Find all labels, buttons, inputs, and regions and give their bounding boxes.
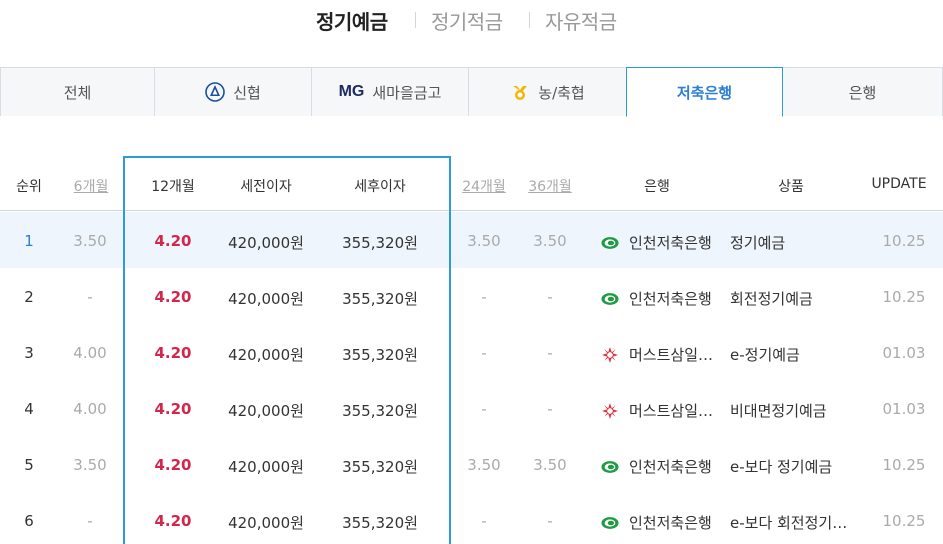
tab-label: 은행: [848, 83, 877, 102]
rank-cell: 5: [24, 456, 34, 474]
update-date-cell: 10.25: [882, 512, 926, 530]
product-name-cell[interactable]: 회전정기예금: [730, 288, 854, 309]
incheon-bank-logo-icon: [601, 460, 619, 474]
tab-divider: [529, 12, 530, 28]
institution-tabs: 전체 신협 MG 새마을금고 농/축협 저축은행 은행: [0, 67, 943, 117]
mustsamil-logo-icon: [601, 402, 619, 420]
bank-name-cell[interactable]: 머스트삼일…: [601, 344, 719, 365]
rate-6-month-cell: 3.50: [73, 456, 107, 474]
tab-bank[interactable]: 은행: [783, 67, 943, 116]
tab-shinhyup[interactable]: 신협: [155, 67, 312, 116]
rank-cell: 2: [24, 288, 34, 306]
rate-6-month-cell: 4.00: [73, 400, 107, 418]
tab-all[interactable]: 전체: [0, 67, 155, 116]
bank-name-label: 인천저축은행: [629, 234, 712, 252]
header-update: UPDATE: [871, 176, 927, 192]
tab-saemaeul[interactable]: MG 새마을금고: [312, 67, 469, 116]
product-type-tabs: 정기예금 정기적금 자유적금: [0, 0, 943, 40]
bank-name-label: 인천저축은행: [629, 458, 712, 476]
tab-divider: [415, 12, 416, 28]
tab-fixed-deposit[interactable]: 정기예금: [316, 6, 388, 35]
selected-term-highlight: [123, 156, 451, 544]
header-24-month[interactable]: 24개월: [458, 176, 510, 196]
rate-6-month-cell: 3.50: [73, 232, 107, 250]
rate-24-month-cell: -: [481, 400, 487, 418]
update-date-cell: 10.25: [882, 232, 926, 250]
nonghyup-logo-icon: [510, 82, 530, 102]
rate-36-month-cell: -: [547, 344, 553, 362]
tab-installment-savings[interactable]: 정기적금: [431, 6, 503, 35]
tab-label: 신협: [233, 83, 261, 102]
rank-cell: 4: [24, 400, 34, 418]
update-date-cell: 01.03: [882, 400, 926, 418]
bank-name-cell[interactable]: 인천저축은행: [601, 456, 719, 477]
rate-24-month-cell: 3.50: [467, 456, 501, 474]
bank-name-cell[interactable]: 인천저축은행: [601, 512, 719, 533]
rate-36-month-cell: 3.50: [533, 232, 567, 250]
rate-6-month-cell: -: [87, 512, 93, 530]
bank-name-label: 인천저축은행: [629, 514, 712, 532]
rate-24-month-cell: -: [481, 512, 487, 530]
rate-36-month-cell: -: [547, 288, 553, 306]
bank-name-label: 머스트삼일…: [629, 402, 714, 420]
header-rank: 순위: [16, 179, 42, 195]
incheon-bank-logo-icon: [601, 236, 619, 250]
tab-label: 전체: [63, 83, 92, 102]
rank-cell: 3: [24, 344, 34, 362]
rank-cell: 6: [24, 512, 34, 530]
tab-nonghyup[interactable]: 농/축협: [469, 67, 627, 116]
header-bank: 은행: [644, 179, 670, 195]
incheon-bank-logo-icon: [601, 516, 619, 530]
bank-name-cell[interactable]: 인천저축은행: [601, 232, 719, 253]
rate-36-month-cell: -: [547, 400, 553, 418]
tab-savings-bank[interactable]: 저축은행: [626, 67, 783, 117]
bank-name-cell[interactable]: 머스트삼일…: [601, 400, 719, 421]
bank-name-label: 머스트삼일…: [629, 346, 714, 364]
rate-36-month-cell: 3.50: [533, 456, 567, 474]
rank-cell: 1: [24, 232, 34, 250]
mg-logo-icon: MG: [338, 83, 365, 100]
rate-24-month-cell: 3.50: [467, 232, 501, 250]
product-name-cell[interactable]: 비대면정기예금: [730, 400, 854, 421]
update-date-cell: 01.03: [882, 344, 926, 362]
product-name-cell[interactable]: 정기예금: [730, 232, 854, 253]
product-name-cell[interactable]: e-보다 정기예금: [730, 456, 854, 477]
mustsamil-logo-icon: [601, 346, 619, 364]
header-product: 상품: [778, 179, 804, 195]
incheon-bank-logo-icon: [601, 292, 619, 306]
header-36-month[interactable]: 36개월: [524, 176, 576, 196]
tab-free-savings[interactable]: 자유적금: [545, 6, 617, 35]
tab-label: 저축은행: [676, 83, 733, 102]
rate-24-month-cell: -: [481, 288, 487, 306]
tab-label: 농/축협: [538, 83, 585, 102]
header-6-month[interactable]: 6개월: [68, 176, 114, 196]
shinhyup-logo-icon: [205, 82, 225, 102]
product-name-cell[interactable]: e-보다 회전정기…: [730, 512, 854, 533]
product-name-cell[interactable]: e-정기예금: [730, 344, 854, 365]
rate-24-month-cell: -: [481, 344, 487, 362]
update-date-cell: 10.25: [882, 288, 926, 306]
rate-36-month-cell: -: [547, 512, 553, 530]
bank-name-cell[interactable]: 인천저축은행: [601, 288, 719, 309]
rate-6-month-cell: -: [87, 288, 93, 306]
rate-6-month-cell: 4.00: [73, 344, 107, 362]
update-date-cell: 10.25: [882, 456, 926, 474]
tab-label: 새마을금고: [372, 83, 442, 102]
bank-name-label: 인천저축은행: [629, 290, 712, 308]
